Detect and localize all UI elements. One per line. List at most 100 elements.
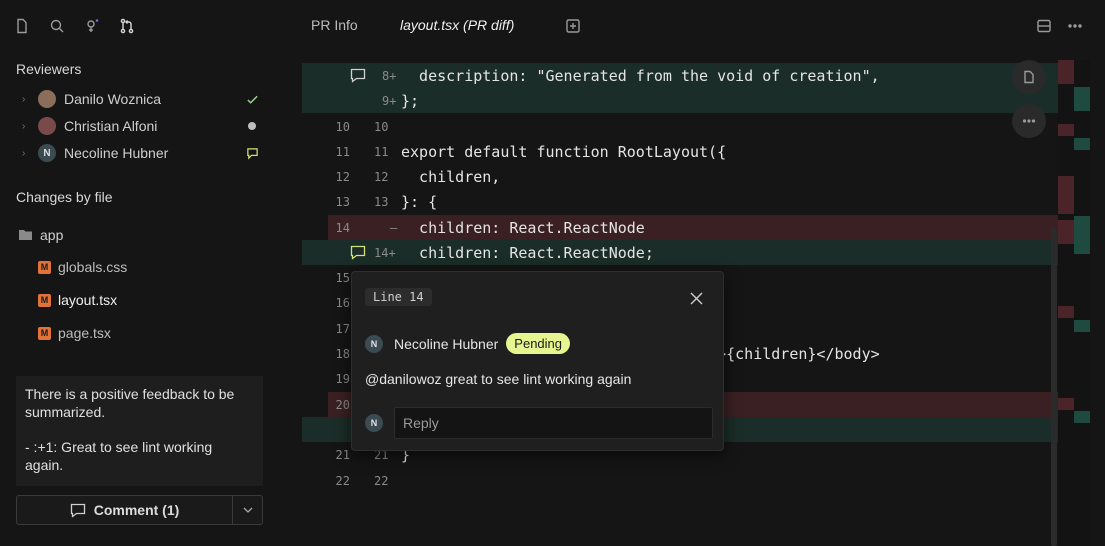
- comment-icon: [70, 503, 86, 518]
- comment-dropdown-button[interactable]: [232, 496, 262, 524]
- search-icon[interactable]: [48, 17, 66, 35]
- reviewer-christian[interactable]: › Christian Alfoni: [22, 113, 266, 139]
- minimap-deletion: [1058, 176, 1074, 214]
- diff-row-added: 14+ children: React.ReactNode;: [302, 240, 1058, 265]
- line-number-old: 12: [335, 169, 350, 184]
- file-name: page.tsx: [58, 325, 111, 341]
- line-number-old: 18: [335, 346, 350, 361]
- reviewer-danilo[interactable]: › Danilo Woznica: [22, 86, 266, 112]
- line-badge: Line 14: [365, 288, 432, 306]
- minimap-addition: [1074, 138, 1090, 150]
- avatar: N: [38, 144, 56, 162]
- modified-badge: M: [38, 293, 51, 307]
- reply-input[interactable]: Reply: [394, 407, 713, 439]
- minimap-deletion: [1058, 398, 1074, 410]
- avatar: N: [365, 414, 383, 432]
- code-line: description: "Generated from the void of…: [401, 66, 880, 85]
- minimap-deletion: [1058, 124, 1074, 136]
- diff-row: 22 22: [302, 468, 1058, 493]
- tab-layout-diff[interactable]: layout.tsx (PR diff): [400, 17, 514, 33]
- file-page-tsx[interactable]: M page.tsx: [38, 325, 111, 341]
- diff-row: 10 10: [302, 114, 1058, 139]
- summary-box: There is a positive feedback to be summa…: [16, 376, 263, 486]
- pull-request-icon[interactable]: [118, 17, 136, 35]
- comment-icon[interactable]: [349, 67, 367, 85]
- summary-item: - :+1: Great to see lint working again.: [25, 439, 213, 473]
- changes-title: Changes by file: [16, 189, 113, 205]
- line-number-old: 13: [335, 194, 350, 209]
- activity-bar: [13, 17, 136, 35]
- file-name: globals.css: [58, 259, 128, 275]
- line-number-new: 9+: [382, 93, 397, 108]
- chevron-down-icon: [243, 507, 253, 513]
- line-number-new: 14+: [374, 245, 396, 260]
- code-line: children: React.ReactNode: [401, 218, 645, 237]
- more-icon: [1022, 114, 1036, 128]
- avatar: N: [365, 334, 383, 353]
- reply-row: N Reply: [365, 407, 713, 439]
- reviewer-name: Necoline Hubner: [64, 145, 169, 161]
- diff-row: 9+ };: [302, 88, 1058, 113]
- comment-icon: [244, 145, 260, 161]
- more-icon[interactable]: [1066, 17, 1084, 35]
- comment-button[interactable]: Comment (1): [17, 496, 232, 524]
- scrollbar[interactable]: [1051, 228, 1057, 546]
- line-number-old: 11: [335, 144, 350, 159]
- comment-button-group: Comment (1): [16, 495, 263, 525]
- status-badge: Pending: [506, 333, 571, 354]
- minimap-deletion: [1058, 306, 1074, 318]
- line-number-new: 12: [374, 169, 389, 184]
- line-number-old: 10: [335, 119, 350, 134]
- author-name: Necoline Hubner: [394, 335, 499, 352]
- reviewers-title: Reviewers: [16, 61, 82, 77]
- reviewer-name: Christian Alfoni: [64, 118, 158, 134]
- chevron-right-icon[interactable]: ›: [22, 94, 32, 105]
- line-number-new: 11: [374, 144, 389, 159]
- folder-open-icon: [18, 228, 34, 242]
- file-layout-tsx[interactable]: M layout.tsx: [38, 292, 117, 308]
- comment-popup: Line 14 N Necoline Hubner Pending @danil…: [351, 271, 724, 451]
- line-number-new: 8+: [382, 68, 397, 83]
- folder-name: app: [40, 227, 64, 243]
- comment-pending-icon[interactable]: [349, 244, 367, 262]
- file-name: layout.tsx: [58, 292, 118, 308]
- diff-minimap[interactable]: [1058, 60, 1090, 546]
- code-line: children: React.ReactNode;: [401, 243, 654, 262]
- code-line: children,: [401, 167, 501, 186]
- check-icon: [244, 91, 260, 107]
- close-icon[interactable]: [688, 290, 704, 306]
- minimap-addition: [1074, 320, 1090, 332]
- more-actions-button[interactable]: [1012, 104, 1046, 138]
- diff-row: 11 11 export default function RootLayout…: [302, 139, 1058, 164]
- reviewer-necoline[interactable]: › N Necoline Hubner: [22, 140, 266, 166]
- line-number-old: 22: [335, 473, 350, 488]
- sidebar: Reviewers › Danilo Woznica › Christian A…: [0, 0, 280, 546]
- chevron-right-icon[interactable]: ›: [22, 148, 32, 159]
- minimap-addition: [1074, 411, 1090, 423]
- line-number-old: 16: [335, 295, 350, 310]
- status-dot-icon: [244, 118, 260, 134]
- files-icon[interactable]: [13, 17, 31, 35]
- branch-ai-icon[interactable]: [83, 17, 101, 35]
- chevron-right-icon[interactable]: ›: [22, 121, 32, 132]
- tab-pr-info[interactable]: PR Info: [311, 17, 358, 33]
- diff-row: 8+ description: "Generated from the void…: [302, 63, 1058, 88]
- modified-badge: M: [38, 260, 51, 274]
- minimap-addition: [1074, 87, 1090, 111]
- modified-badge: M: [38, 326, 51, 340]
- diff-row-deleted: 14 — children: React.ReactNode: [328, 215, 1058, 240]
- diff-row: 13 13 }: {: [302, 189, 1058, 214]
- line-number-new: 22: [374, 473, 389, 488]
- avatar: [38, 117, 56, 135]
- comment-author: N Necoline Hubner Pending: [365, 333, 571, 354]
- reviewer-name: Danilo Woznica: [64, 91, 162, 107]
- folder-app[interactable]: app: [18, 227, 63, 243]
- code-line: };: [401, 91, 420, 110]
- app-window: Reviewers › Danilo Woznica › Christian A…: [0, 0, 1105, 546]
- line-number-old: 14: [335, 220, 350, 235]
- split-view-icon[interactable]: [1035, 17, 1053, 35]
- file-globals-css[interactable]: M globals.css: [38, 259, 127, 275]
- new-tab-icon[interactable]: [564, 17, 582, 35]
- comment-button-label: Comment (1): [93, 502, 180, 518]
- copy-file-button[interactable]: [1012, 60, 1046, 94]
